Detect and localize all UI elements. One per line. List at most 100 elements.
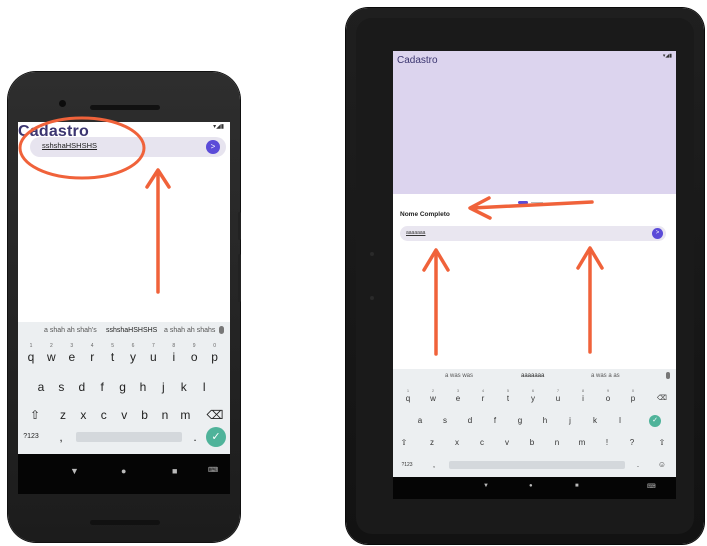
- key-j[interactable]: j: [154, 376, 172, 398]
- emoji-key[interactable]: ☺: [655, 457, 669, 473]
- key-z[interactable]: z: [54, 404, 72, 426]
- key-g[interactable]: g: [114, 376, 132, 398]
- full-name-input[interactable]: aaaaaaa >: [400, 226, 666, 241]
- key-d[interactable]: d: [463, 413, 477, 429]
- key-w[interactable]: 2w: [42, 343, 60, 368]
- key-b[interactable]: b: [525, 435, 539, 451]
- home-nav-icon[interactable]: ●: [121, 466, 126, 476]
- send-button[interactable]: >: [652, 228, 663, 239]
- key-l[interactable]: l: [195, 376, 213, 398]
- symbols-key[interactable]: ?123: [397, 457, 417, 473]
- sheet-handle[interactable]: [518, 201, 528, 204]
- key-g[interactable]: g: [513, 413, 527, 429]
- microphone-icon[interactable]: [666, 372, 670, 379]
- key-s[interactable]: s: [438, 413, 452, 429]
- key-?[interactable]: ?: [625, 435, 639, 451]
- shift-key-right[interactable]: ⇧: [655, 435, 669, 451]
- comma-key[interactable]: ,: [52, 426, 70, 448]
- suggestion-right[interactable]: a was a as: [591, 373, 620, 379]
- name-input[interactable]: sshshaHSHSHS >: [30, 137, 226, 157]
- microphone-icon[interactable]: [219, 326, 224, 334]
- key-n[interactable]: n: [156, 404, 174, 426]
- key-m[interactable]: m: [575, 435, 589, 451]
- symbols-key[interactable]: ?123: [20, 426, 42, 448]
- key-e[interactable]: 3e: [451, 388, 465, 407]
- key-r[interactable]: 4r: [476, 388, 490, 407]
- key-m[interactable]: m: [176, 404, 194, 426]
- home-nav-icon[interactable]: ●: [529, 483, 533, 489]
- key-o[interactable]: 9o: [185, 343, 203, 368]
- keyboard-switch-icon[interactable]: ⌨: [647, 483, 656, 490]
- key-f[interactable]: f: [488, 413, 502, 429]
- key-q[interactable]: 1q: [401, 388, 415, 407]
- phone-keyboard: a shah ah shah's sshshaHSHSHS a shah ah …: [18, 322, 230, 454]
- recents-nav-icon[interactable]: ■: [575, 483, 579, 489]
- key-i[interactable]: 8i: [165, 343, 183, 368]
- space-key[interactable]: [449, 461, 625, 469]
- key-hint-9: 9: [192, 343, 196, 349]
- key-c[interactable]: c: [475, 435, 489, 451]
- suggestion-middle[interactable]: aaaaaaa: [521, 373, 544, 379]
- key-h[interactable]: h: [538, 413, 552, 429]
- suggestion-left[interactable]: a was was: [445, 373, 473, 379]
- period-key[interactable]: .: [631, 457, 645, 473]
- key-label: u: [555, 394, 561, 403]
- enter-key[interactable]: ✓: [649, 415, 661, 427]
- key-c[interactable]: c: [95, 404, 113, 426]
- key-t[interactable]: 5t: [501, 388, 515, 407]
- key-p[interactable]: 0p: [206, 343, 224, 368]
- key-e[interactable]: 3e: [63, 343, 81, 368]
- back-nav-icon[interactable]: ▼: [70, 466, 79, 476]
- key-label: y: [531, 394, 535, 403]
- backspace-key[interactable]: ⌫: [655, 391, 669, 407]
- key-u[interactable]: 7u: [144, 343, 162, 368]
- key-s[interactable]: s: [52, 376, 70, 398]
- key-z[interactable]: z: [425, 435, 439, 451]
- key-hint-4: 4: [90, 343, 94, 349]
- key-n[interactable]: n: [550, 435, 564, 451]
- keyboard-switch-icon[interactable]: ⌨: [208, 466, 218, 474]
- send-button[interactable]: >: [206, 140, 220, 154]
- key-hint-8: 8: [172, 343, 176, 349]
- shift-key[interactable]: ⇧: [26, 404, 44, 426]
- enter-key[interactable]: ✓: [206, 427, 226, 447]
- backspace-key[interactable]: ⌫: [206, 404, 224, 426]
- suggestion-middle[interactable]: sshshaHSHSHS: [106, 327, 157, 334]
- suggestion-right[interactable]: a shah ah shahs: [164, 327, 215, 334]
- key-x[interactable]: x: [450, 435, 464, 451]
- key-hint-1: 1: [29, 343, 33, 349]
- key-![interactable]: !: [600, 435, 614, 451]
- key-i[interactable]: 8i: [576, 388, 590, 407]
- key-h[interactable]: h: [134, 376, 152, 398]
- key-p[interactable]: 0p: [626, 388, 640, 407]
- space-key[interactable]: [76, 432, 182, 442]
- key-y[interactable]: 6y: [526, 388, 540, 407]
- shift-key[interactable]: ⇧: [397, 435, 411, 451]
- key-l[interactable]: l: [613, 413, 627, 429]
- key-a[interactable]: a: [413, 413, 427, 429]
- key-label: o: [190, 350, 198, 364]
- key-v[interactable]: v: [500, 435, 514, 451]
- recents-nav-icon[interactable]: ■: [172, 466, 177, 476]
- key-j[interactable]: j: [563, 413, 577, 429]
- key-k[interactable]: k: [175, 376, 193, 398]
- key-label: q: [27, 350, 35, 364]
- suggestion-left[interactable]: a shah ah shah's: [44, 327, 97, 334]
- back-nav-icon[interactable]: ▼: [483, 483, 489, 489]
- key-x[interactable]: x: [74, 404, 92, 426]
- key-r[interactable]: 4r: [83, 343, 101, 368]
- comma-key[interactable]: ,: [427, 457, 441, 473]
- key-v[interactable]: v: [115, 404, 133, 426]
- period-key[interactable]: .: [186, 426, 204, 448]
- key-b[interactable]: b: [136, 404, 154, 426]
- key-q[interactable]: 1q: [22, 343, 40, 368]
- key-k[interactable]: k: [588, 413, 602, 429]
- key-t[interactable]: 5t: [104, 343, 122, 368]
- key-f[interactable]: f: [93, 376, 111, 398]
- key-o[interactable]: 9o: [601, 388, 615, 407]
- key-w[interactable]: 2w: [426, 388, 440, 407]
- key-a[interactable]: a: [32, 376, 50, 398]
- key-u[interactable]: 7u: [551, 388, 565, 407]
- key-y[interactable]: 6y: [124, 343, 142, 368]
- key-d[interactable]: d: [73, 376, 91, 398]
